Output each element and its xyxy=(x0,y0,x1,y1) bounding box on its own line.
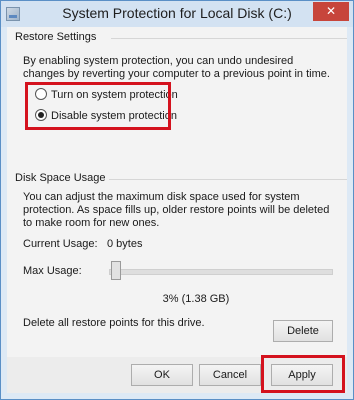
current-usage-value: 0 bytes xyxy=(107,238,143,250)
disk-usage-description: You can adjust the maximum disk space us… xyxy=(23,191,330,229)
cancel-button[interactable]: Cancel xyxy=(199,364,261,386)
apply-highlight-box xyxy=(261,355,345,393)
restore-settings-divider xyxy=(111,38,347,39)
max-usage-label: Max Usage: xyxy=(23,265,82,277)
close-button[interactable]: ✕ xyxy=(313,2,349,21)
current-usage-label: Current Usage: xyxy=(23,238,98,250)
options-highlight-box xyxy=(25,82,171,130)
ok-button[interactable]: OK xyxy=(131,364,193,386)
max-usage-value: 3% (1.38 GB) xyxy=(162,293,230,305)
restore-settings-heading: Restore Settings xyxy=(15,31,97,43)
title-bar: System Protection for Local Disk (C:) ✕ xyxy=(1,1,353,27)
disk-usage-divider xyxy=(109,179,347,180)
max-usage-slider-thumb[interactable] xyxy=(111,261,121,280)
max-usage-slider-track[interactable] xyxy=(109,269,333,275)
delete-restore-points-text: Delete all restore points for this drive… xyxy=(23,317,205,329)
system-protection-window: System Protection for Local Disk (C:) ✕ … xyxy=(0,0,354,400)
restore-settings-description: By enabling system protection, you can u… xyxy=(23,55,330,80)
dialog-client: Restore Settings By enabling system prot… xyxy=(7,27,347,393)
window-title: System Protection for Local Disk (C:) xyxy=(62,5,292,21)
delete-button[interactable]: Delete xyxy=(273,320,333,342)
disk-usage-heading: Disk Space Usage xyxy=(15,172,106,184)
